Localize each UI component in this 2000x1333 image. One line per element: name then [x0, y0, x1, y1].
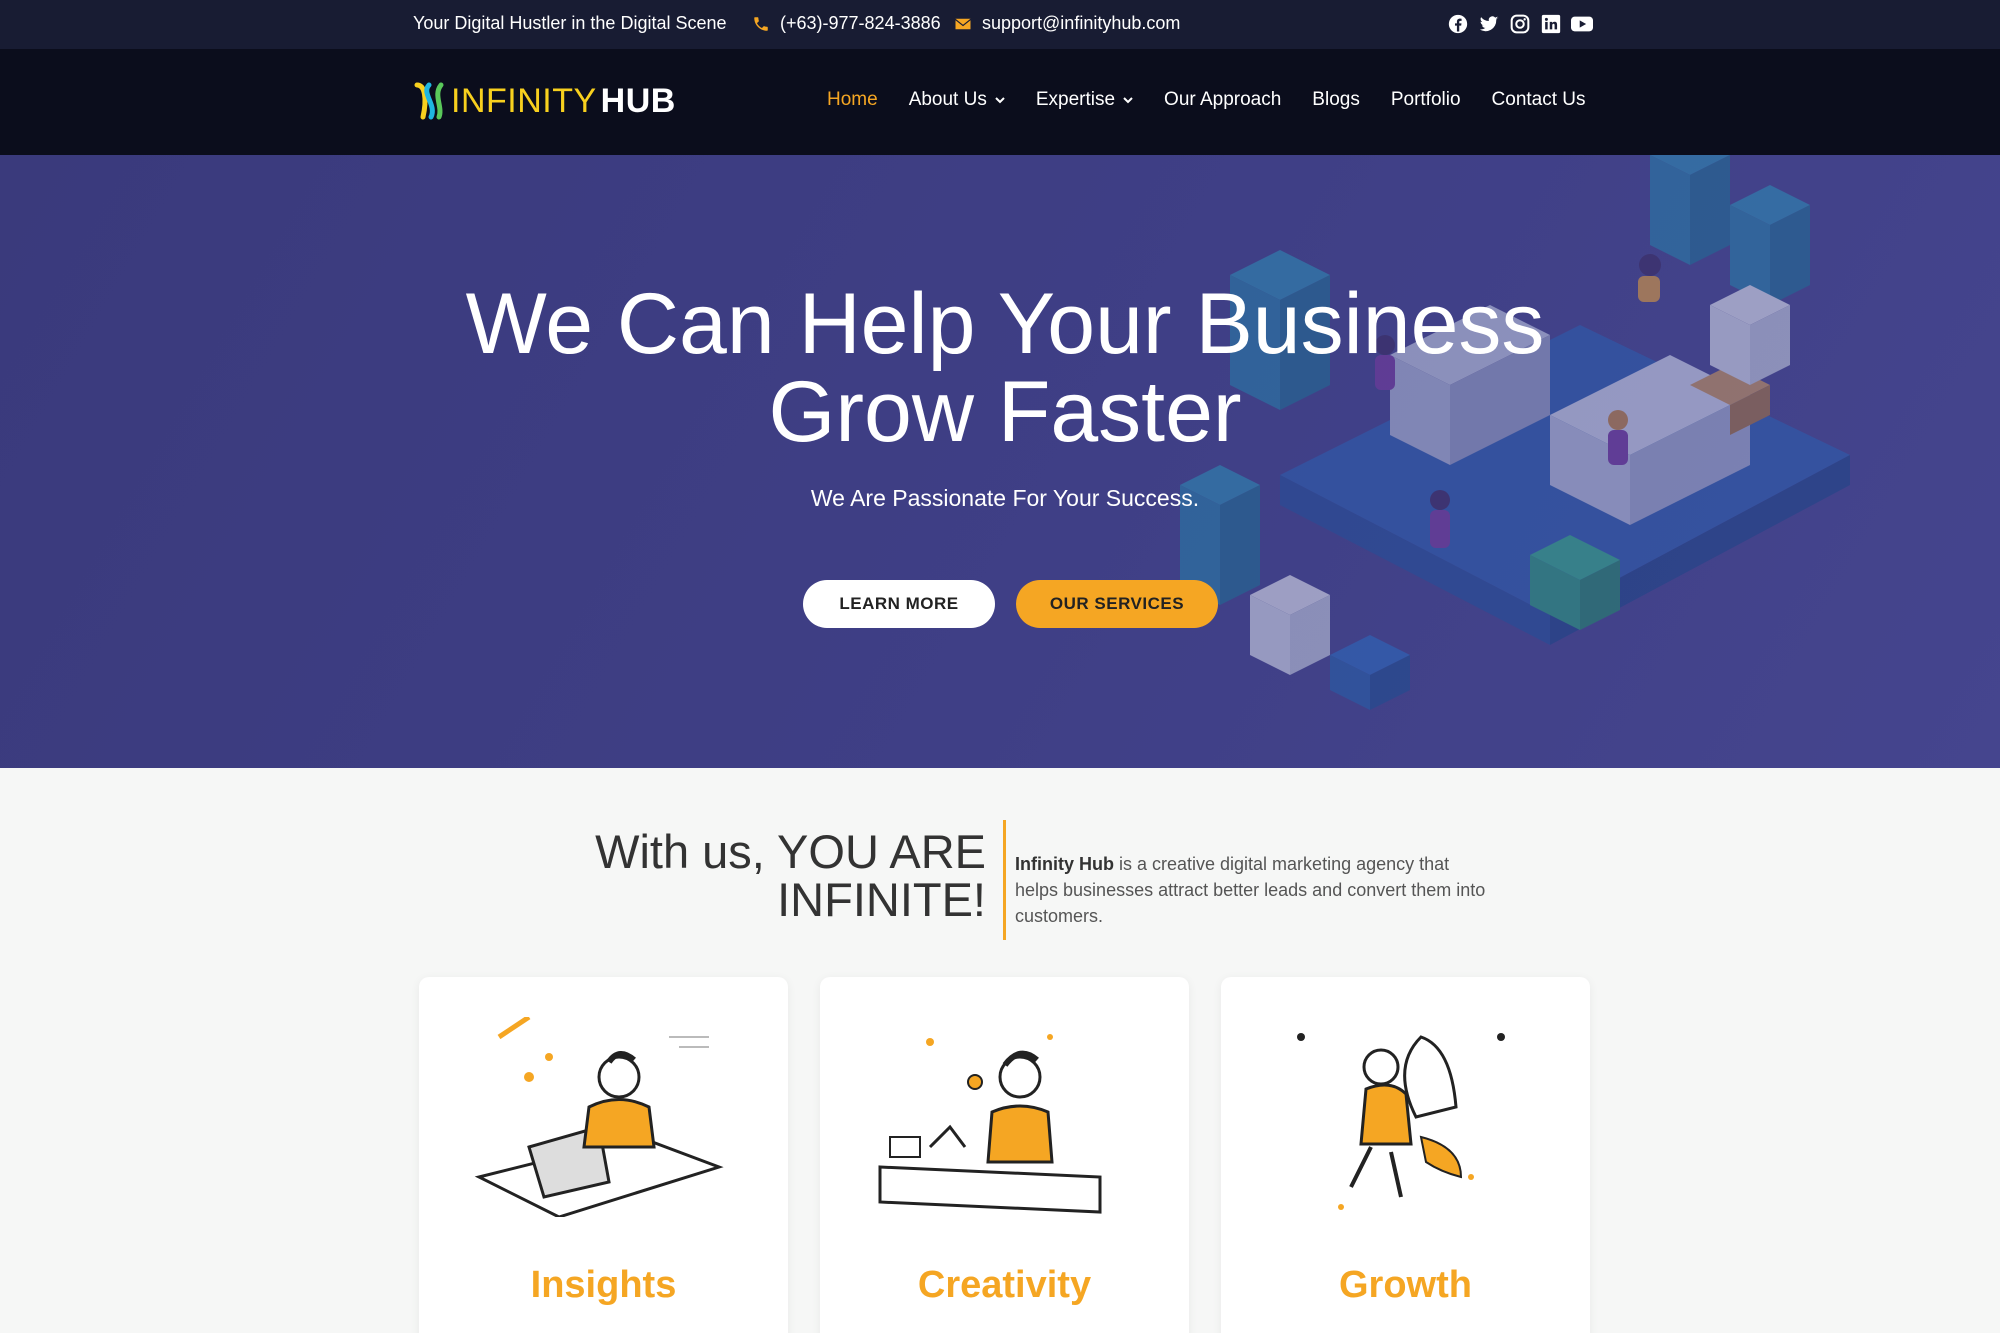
nav-item-expertise[interactable]: Expertise [1036, 89, 1133, 111]
social-links [1447, 13, 1593, 35]
nav-label: Portfolio [1390, 89, 1461, 110]
card-creativity[interactable]: Creativity [820, 977, 1189, 1333]
intro-heading-line-1: With us, YOU ARE [595, 825, 986, 878]
intro-divider [1003, 820, 1006, 940]
our-services-button[interactable]: OUR SERVICES [1016, 580, 1218, 628]
chevron-down-icon [995, 97, 1005, 104]
intro-description: Infinity Hub is a creative digital marke… [1015, 851, 1490, 929]
nav-item-our-approach[interactable]: Our Approach [1164, 89, 1281, 111]
intro-heading: With us, YOU ARE INFINITE! [560, 828, 986, 924]
nav-label: Expertise [1035, 89, 1116, 110]
nav-label: Contact Us [1491, 89, 1586, 110]
phone-contact[interactable]: (+63)-977-824-3886 [752, 13, 941, 34]
nav-label: About Us [908, 89, 987, 110]
card-label: Insights [530, 1264, 677, 1306]
nav-label: Blogs [1312, 89, 1360, 110]
hero-title-line-2: Grow Faster [768, 364, 1242, 460]
phone-icon [754, 16, 768, 31]
top-bar: Your Digital Hustler in the Digital Scen… [0, 0, 2000, 49]
card-label: Growth [1339, 1264, 1472, 1306]
youtube-icon[interactable] [1571, 13, 1593, 35]
insights-illustration [474, 1017, 724, 1217]
hero-title: We Can Help Your Business Grow Faster [0, 280, 2000, 456]
hero-subtitle: We Are Passionate For Your Success. [810, 485, 1200, 511]
twitter-icon[interactable] [1478, 13, 1500, 35]
nav-label: Our Approach [1164, 89, 1282, 110]
card-growth[interactable]: Growth [1221, 977, 1590, 1333]
tagline: Your Digital Hustler in the Digital Scen… [413, 13, 727, 33]
nav-item-home[interactable]: Home [827, 89, 878, 111]
nav-label: Home [827, 89, 878, 110]
envelope-icon [955, 18, 971, 29]
hero-banner: We Can Help Your Business Grow Faster We… [0, 155, 2000, 768]
nav-item-about-us[interactable]: About Us [909, 89, 1005, 111]
nav-item-contact-us[interactable]: Contact Us [1492, 89, 1586, 111]
chevron-down-icon [1123, 97, 1133, 104]
logo-text-hub: HUB [600, 81, 676, 120]
infinityhub-logo[interactable]: INFINITY HUB [413, 79, 676, 123]
phone-number: (+63)-977-824-3886 [780, 13, 941, 33]
email-contact[interactable]: support@infinityhub.com [954, 13, 1180, 34]
primary-nav: Home About Us Expertise Our Approach Blo… [827, 89, 1617, 111]
instagram-icon[interactable] [1509, 13, 1531, 35]
creativity-illustration [878, 1034, 1102, 1214]
growth-rocket-illustration [1297, 1033, 1505, 1210]
linkedin-icon[interactable] [1540, 13, 1562, 35]
company-name: Infinity Hub [1015, 854, 1114, 874]
main-navbar: INFINITY HUB Home About Us Expertise Our … [0, 49, 2000, 155]
isometric-office-illustration [1180, 155, 1850, 710]
logo-mark-icon [414, 82, 444, 120]
nav-item-blogs[interactable]: Blogs [1312, 89, 1360, 111]
learn-more-button[interactable]: LEARN MORE [803, 580, 995, 628]
card-label: Creativity [917, 1264, 1092, 1306]
nav-item-portfolio[interactable]: Portfolio [1391, 89, 1461, 111]
hero-title-line-1: We Can Help Your Business [465, 276, 1545, 372]
email-address: support@infinityhub.com [982, 13, 1181, 33]
logo-text-infinity: INFINITY [451, 81, 597, 120]
card-insights[interactable]: Insights [419, 977, 788, 1333]
intro-heading-line-2: INFINITE! [777, 873, 986, 926]
facebook-icon[interactable] [1447, 13, 1469, 35]
